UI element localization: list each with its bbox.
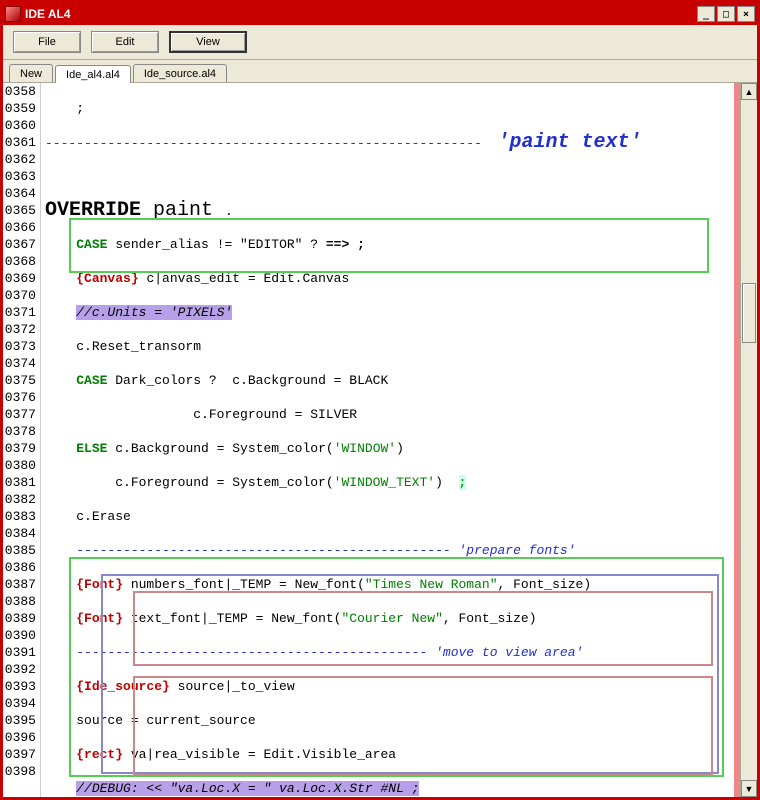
line-number: 0389: [3, 610, 40, 627]
line-number: 0383: [3, 508, 40, 525]
line-number: 0385: [3, 542, 40, 559]
line-number: 0366: [3, 219, 40, 236]
line-number: 0387: [3, 576, 40, 593]
tab-ide-al4[interactable]: Ide_al4.al4: [55, 65, 131, 83]
line-number: 0377: [3, 406, 40, 423]
vertical-scrollbar[interactable]: ▲ ▼: [740, 83, 757, 797]
block-outline: [101, 574, 719, 774]
line-number: 0365: [3, 202, 40, 219]
line-number: 0376: [3, 389, 40, 406]
line-number: 0361: [3, 134, 40, 151]
scroll-up-button[interactable]: ▲: [741, 83, 757, 100]
tab-ide-source[interactable]: Ide_source.al4: [133, 64, 227, 82]
tab-new[interactable]: New: [9, 64, 53, 82]
line-number: 0396: [3, 729, 40, 746]
line-number: 0358: [3, 83, 40, 100]
line-number: 0369: [3, 270, 40, 287]
line-number: 0397: [3, 746, 40, 763]
line-number: 0364: [3, 185, 40, 202]
line-number: 0363: [3, 168, 40, 185]
line-number: 0395: [3, 712, 40, 729]
titlebar[interactable]: IDE AL4 _ □ ×: [3, 3, 757, 25]
line-number: 0382: [3, 491, 40, 508]
arrow-icon: ==> ;: [326, 237, 365, 252]
line-number: 0375: [3, 372, 40, 389]
window-title: IDE AL4: [25, 7, 71, 21]
menubar: File Edit View: [3, 25, 757, 60]
line-number: 0393: [3, 678, 40, 695]
line-number: 0390: [3, 627, 40, 644]
line-gutter: 0358035903600361036203630364036503660367…: [3, 83, 41, 797]
line-number: 0372: [3, 321, 40, 338]
minimize-button[interactable]: _: [697, 6, 715, 22]
code-view[interactable]: ; --------------------------------------…: [41, 83, 757, 797]
line-number: 0391: [3, 644, 40, 661]
line-number: 0374: [3, 355, 40, 372]
menu-file[interactable]: File: [13, 31, 81, 53]
line-number: 0360: [3, 117, 40, 134]
line-number: 0388: [3, 593, 40, 610]
line-number: 0367: [3, 236, 40, 253]
scroll-thumb[interactable]: [742, 283, 756, 343]
line-number: 0386: [3, 559, 40, 576]
line-number: 0378: [3, 423, 40, 440]
menu-view[interactable]: View: [169, 31, 247, 53]
app-window: IDE AL4 _ □ × File Edit View New Ide_al4…: [0, 0, 760, 800]
line-number: 0379: [3, 440, 40, 457]
line-number: 0392: [3, 661, 40, 678]
line-number: 0381: [3, 474, 40, 491]
line-number: 0373: [3, 338, 40, 355]
line-number: 0380: [3, 457, 40, 474]
line-number: 0370: [3, 287, 40, 304]
line-number: 0384: [3, 525, 40, 542]
line-number: 0371: [3, 304, 40, 321]
line-number: 0362: [3, 151, 40, 168]
line-number: 0368: [3, 253, 40, 270]
editor-area: 0358035903600361036203630364036503660367…: [3, 83, 757, 797]
tabstrip: New Ide_al4.al4 Ide_source.al4: [3, 60, 757, 83]
line-number: 0398: [3, 763, 40, 780]
scroll-down-button[interactable]: ▼: [741, 780, 757, 797]
line-number: 0394: [3, 695, 40, 712]
menu-edit[interactable]: Edit: [91, 31, 159, 53]
maximize-button[interactable]: □: [717, 6, 735, 22]
line-number: 0359: [3, 100, 40, 117]
close-button[interactable]: ×: [737, 6, 755, 22]
app-icon: [5, 6, 21, 22]
